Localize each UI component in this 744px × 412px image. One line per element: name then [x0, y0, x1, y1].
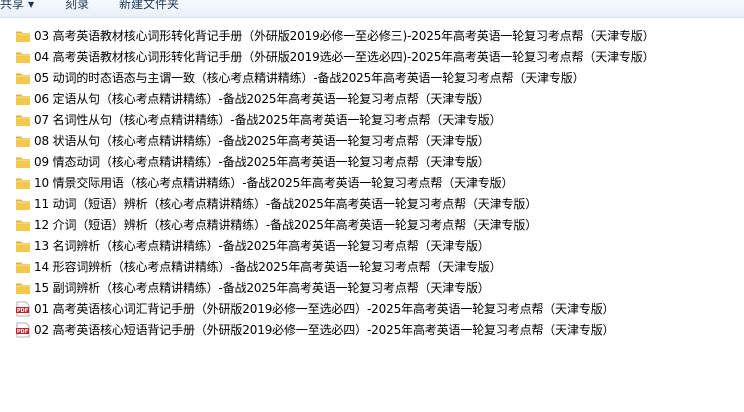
folder-row[interactable]: 09 情态动词（核心考点精讲精练）-备战2025年高考英语一轮复习考点帮（天津专…: [0, 151, 744, 172]
folder-row[interactable]: 08 状语从句（核心考点精讲精练）-备战2025年高考英语一轮复习考点帮（天津专…: [0, 130, 744, 151]
folder-row[interactable]: 15 副词辨析（核心考点精讲精练）-备战2025年高考英语一轮复习考点帮（天津专…: [0, 277, 744, 298]
share-label: 共享: [0, 0, 25, 11]
folder-row[interactable]: 12 介词（短语）辨析（核心考点精讲精练）-备战2025年高考英语一轮复习考点帮…: [0, 214, 744, 235]
folder-icon: [15, 154, 31, 170]
burn-button[interactable]: 刻录: [65, 0, 89, 13]
file-name: 09 情态动词（核心考点精讲精练）-备战2025年高考英语一轮复习考点帮（天津专…: [34, 154, 490, 169]
folder-row[interactable]: 13 名词辨析（核心考点精讲精练）-备战2025年高考英语一轮复习考点帮（天津专…: [0, 235, 744, 256]
file-name: 13 名词辨析（核心考点精讲精练）-备战2025年高考英语一轮复习考点帮（天津专…: [34, 238, 490, 253]
folder-row[interactable]: 03 高考英语教材核心词形转化背记手册（外研版2019必修一至必修三)-2025…: [0, 25, 744, 46]
svg-text:PDF: PDF: [17, 308, 28, 314]
folder-icon: [15, 196, 31, 212]
file-name: 01 高考英语核心词汇背记手册（外研版2019必修一至选必四）-2025年高考英…: [34, 301, 615, 316]
folder-row[interactable]: 04 高考英语教材核心词形转化背记手册（外研版2019选必一至选必四)-2025…: [0, 46, 744, 67]
file-name: 10 情景交际用语（核心考点精讲精练）-备战2025年高考英语一轮复习考点帮（天…: [34, 175, 514, 190]
folder-icon: [15, 70, 31, 86]
folder-icon: [15, 112, 31, 128]
file-name: 14 形容词辨析（核心考点精讲精练）-备战2025年高考英语一轮复习考点帮（天津…: [34, 259, 502, 274]
file-name: 15 副词辨析（核心考点精讲精练）-备战2025年高考英语一轮复习考点帮（天津专…: [34, 280, 490, 295]
file-name: 11 动词（短语）辨析（核心考点精讲精练）-备战2025年高考英语一轮复习考点帮…: [34, 196, 538, 211]
folder-icon: [15, 133, 31, 149]
file-name: 06 定语从句（核心考点精讲精练）-备战2025年高考英语一轮复习考点帮（天津专…: [34, 91, 490, 106]
folder-icon: [15, 49, 31, 65]
file-name: 07 名词性从句（核心考点精讲精练）-备战2025年高考英语一轮复习考点帮（天津…: [34, 112, 502, 127]
file-name: 03 高考英语教材核心词形转化背记手册（外研版2019必修一至必修三)-2025…: [34, 28, 655, 43]
folder-icon: [15, 217, 31, 233]
folder-row[interactable]: 11 动词（短语）辨析（核心考点精讲精练）-备战2025年高考英语一轮复习考点帮…: [0, 193, 744, 214]
new-folder-button[interactable]: 新建文件夹: [119, 0, 179, 13]
folder-row[interactable]: 14 形容词辨析（核心考点精讲精练）-备战2025年高考英语一轮复习考点帮（天津…: [0, 256, 744, 277]
folder-row[interactable]: 06 定语从句（核心考点精讲精练）-备战2025年高考英语一轮复习考点帮（天津专…: [0, 88, 744, 109]
file-name: 12 介词（短语）辨析（核心考点精讲精练）-备战2025年高考英语一轮复习考点帮…: [34, 217, 538, 232]
file-name: 04 高考英语教材核心词形转化背记手册（外研版2019选必一至选必四)-2025…: [34, 49, 655, 64]
folder-icon: [15, 259, 31, 275]
folder-row[interactable]: 07 名词性从句（核心考点精讲精练）-备战2025年高考英语一轮复习考点帮（天津…: [0, 109, 744, 130]
file-row[interactable]: PDF 02 高考英语核心短语背记手册（外研版2019必修一至选必四）-2025年…: [0, 319, 744, 340]
svg-text:PDF: PDF: [17, 329, 28, 335]
file-row[interactable]: PDF 01 高考英语核心词汇背记手册（外研版2019必修一至选必四）-2025年…: [0, 298, 744, 319]
pdf-file-icon: PDF: [15, 322, 31, 338]
file-list: 03 高考英语教材核心词形转化背记手册（外研版2019必修一至必修三)-2025…: [0, 25, 744, 340]
folder-icon: [15, 28, 31, 44]
folder-row[interactable]: 05 动词的时态语态与主谓一致（核心考点精讲精练）-备战2025年高考英语一轮复…: [0, 67, 744, 88]
file-name: 02 高考英语核心短语背记手册（外研版2019必修一至选必四）-2025年高考英…: [34, 322, 615, 337]
file-name: 08 状语从句（核心考点精讲精练）-备战2025年高考英语一轮复习考点帮（天津专…: [34, 133, 490, 148]
dropdown-arrow-icon: ▼: [28, 0, 35, 9]
pdf-file-icon: PDF: [15, 301, 31, 317]
share-button[interactable]: 共享 ▼: [0, 0, 34, 13]
folder-row[interactable]: 10 情景交际用语（核心考点精讲精练）-备战2025年高考英语一轮复习考点帮（天…: [0, 172, 744, 193]
folder-icon: [15, 280, 31, 296]
folder-icon: [15, 238, 31, 254]
folder-icon: [15, 175, 31, 191]
command-bar: 共享 ▼ 刻录 新建文件夹: [0, 0, 744, 18]
explorer-window: 共享 ▼ 刻录 新建文件夹 03 高考英语教材核心词形转化背记手册（外研版2019…: [0, 0, 744, 412]
file-name: 05 动词的时态语态与主谓一致（核心考点精讲精练）-备战2025年高考英语一轮复…: [34, 70, 585, 85]
folder-icon: [15, 91, 31, 107]
